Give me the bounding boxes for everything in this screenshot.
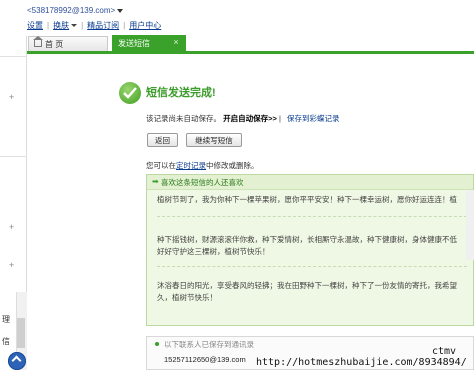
- divider: |: [123, 21, 126, 30]
- divider: [157, 216, 467, 218]
- account-menu[interactable]: <538178992@139.com>: [27, 6, 124, 15]
- hint-suffix: 中修改或删除。: [206, 161, 259, 170]
- divider: [0, 56, 27, 57]
- subscription-link[interactable]: 精品订阅: [87, 21, 119, 30]
- save-notice-text: 该记录尚未自动保存。: [146, 114, 221, 123]
- watermark-url: http://hotmeszhubaijie.com/8934894/: [256, 357, 467, 368]
- user-center-link[interactable]: 用户中心: [129, 21, 161, 30]
- watermark-top: ctmv: [432, 346, 457, 357]
- recommend-item-cont[interactable]: 好好守护这三棵树，植树节快乐！: [157, 246, 474, 258]
- skin-link[interactable]: 换肤: [53, 21, 69, 30]
- header-links: 设置 | 换肤 | 精品订阅 | 用户中心: [27, 20, 161, 31]
- recommend-item[interactable]: 植树节到了，我为你种下一棵苹果树，愿你平平安安！种下一棵幸运树，愿你好运连连！植: [157, 194, 474, 206]
- account-email: <538178992@139.com>: [27, 6, 116, 15]
- divider: |: [278, 114, 281, 123]
- bullet-icon: [155, 342, 159, 346]
- recommend-header: ➡ 喜欢这条短信的人还喜欢: [147, 175, 473, 190]
- sidebar-scroll-thumb[interactable]: [17, 318, 25, 348]
- home-icon: [33, 36, 43, 47]
- hint-prefix: 您可以在: [146, 161, 176, 170]
- expand-icon[interactable]: +: [9, 92, 14, 102]
- tab-home[interactable]: 首 页: [28, 36, 108, 51]
- recommend-title: 喜欢这条短信的人还喜欢: [161, 178, 244, 187]
- tab-home-label: 首 页: [45, 40, 64, 49]
- settings-link[interactable]: 设置: [27, 21, 43, 30]
- edit-hint: 您可以在定时记录中修改或删除。: [146, 160, 259, 171]
- page-title: 短信发送完成!: [146, 87, 216, 99]
- tab-send-sms[interactable]: 发送短信 ×: [112, 35, 186, 52]
- continue-writing-button[interactable]: 继续写短信: [186, 133, 242, 147]
- tab-send-sms-label: 发送短信: [118, 39, 150, 48]
- save-notice: 该记录尚未自动保存。 开启自动保存>> | 保存到彩蝶记录: [146, 113, 340, 124]
- recommend-panel: ➡ 喜欢这条短信的人还喜欢 植树节到了，我为你种下一棵苹果树，愿你平平安安！种下…: [146, 174, 474, 326]
- panel-scrollbar[interactable]: [466, 190, 474, 260]
- chevron-down-icon: [117, 8, 124, 13]
- sidebar-text: 信: [2, 337, 10, 346]
- expand-icon[interactable]: +: [9, 222, 14, 232]
- recommend-item-cont[interactable]: 久，植树节快乐！: [157, 292, 474, 304]
- close-icon[interactable]: ×: [171, 37, 181, 47]
- success-check-icon: [119, 82, 141, 104]
- divider: |: [47, 21, 50, 30]
- save-record-link[interactable]: 保存到彩蝶记录: [287, 114, 340, 123]
- divider: [0, 156, 27, 157]
- sidebar-text: 理: [2, 315, 10, 324]
- back-button[interactable]: 返回: [147, 133, 178, 147]
- divider: [157, 266, 467, 268]
- left-sidebar: + + + 理 信: [0, 36, 27, 370]
- divider: |: [81, 21, 84, 30]
- contacts-title: 以下联系人已保存到通讯录: [164, 340, 254, 349]
- arrow-right-icon: ➡: [152, 177, 159, 186]
- contact-email: 15257112650@139.com: [164, 355, 246, 364]
- auto-save-link[interactable]: 开启自动保存>>: [223, 114, 277, 123]
- scheduled-record-link[interactable]: 定时记录: [176, 161, 206, 170]
- expand-icon[interactable]: +: [9, 260, 14, 270]
- chevron-down-icon: [71, 24, 78, 28]
- recommend-item[interactable]: 种下摇钱树，财源滚滚伴你救，种下爱情树，长相厮守永温故，种下健康树，身体健康不低: [157, 234, 474, 246]
- recommend-item[interactable]: 沐浴春日的阳光，享受春风的轻拂；我在田野种下一棵树，种下了一份友情的寄托，我希望: [157, 280, 474, 292]
- collapse-up-icon[interactable]: [8, 352, 26, 370]
